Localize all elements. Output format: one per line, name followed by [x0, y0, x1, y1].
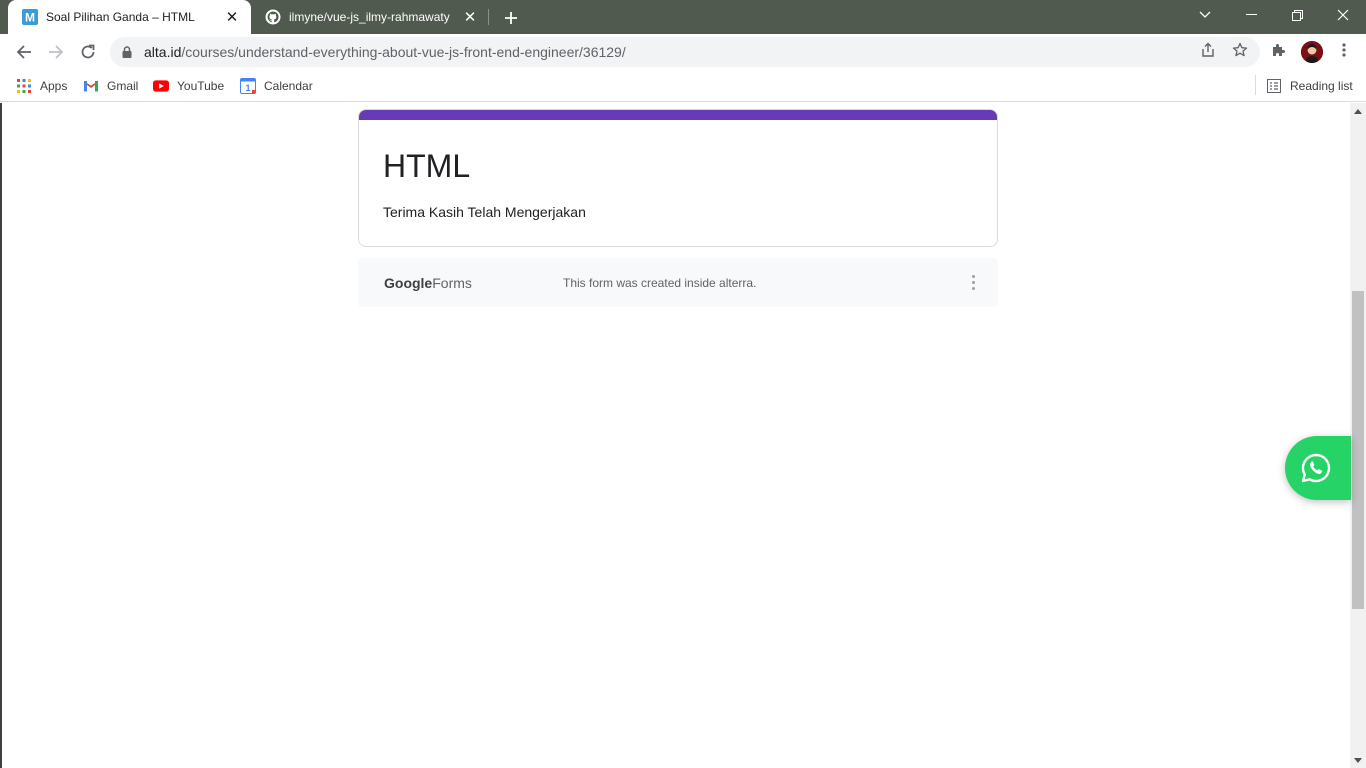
profile-avatar[interactable]	[1301, 41, 1323, 63]
form-header-card: HTML Terima Kasih Telah Mengerjakan	[358, 109, 998, 247]
arrow-right-icon	[49, 45, 64, 59]
google-forms-logo[interactable]: GoogleForms	[384, 275, 472, 291]
scrollbar-thumb[interactable]	[1352, 291, 1364, 609]
avatar-image	[1301, 41, 1323, 63]
tab-separator	[488, 9, 489, 25]
close-icon	[1337, 9, 1349, 21]
whatsapp-icon	[1301, 453, 1331, 483]
reading-list-label: Reading list	[1290, 79, 1353, 93]
tab-github-repo[interactable]: ilmyne/vue-js_ilmy-rahmawaty ✕	[251, 0, 489, 34]
bookmark-label: Apps	[40, 79, 68, 93]
bookmarks-bar: Apps Gmail YouTube 1 Calendar Reading li…	[0, 70, 1366, 102]
back-button[interactable]	[10, 38, 38, 66]
plus-icon	[505, 12, 517, 24]
bookmark-star-button[interactable]	[1231, 41, 1249, 59]
lock-icon[interactable]	[122, 46, 136, 58]
bookmark-apps[interactable]: Apps	[16, 75, 67, 97]
reload-button[interactable]	[74, 38, 102, 66]
gmail-icon	[83, 78, 99, 94]
bookmarks-separator	[1255, 75, 1256, 95]
calendar-icon: 1	[240, 78, 256, 94]
chevron-down-icon	[1199, 11, 1211, 18]
minimize-button[interactable]	[1228, 0, 1274, 30]
form-title: HTML	[383, 148, 471, 184]
tab-search-button[interactable]	[1182, 0, 1228, 30]
apps-grid-icon	[16, 78, 32, 94]
arrow-left-icon	[16, 45, 31, 59]
menu-button[interactable]	[1335, 41, 1353, 59]
bookmark-label: Gmail	[107, 79, 139, 93]
tab-soal-pilihan-ganda[interactable]: M Soal Pilihan Ganda – HTML ✕	[8, 0, 251, 34]
form-accent-bar	[359, 110, 997, 120]
dot-icon	[971, 280, 975, 284]
svg-text:1: 1	[245, 83, 250, 93]
puzzle-icon	[1273, 44, 1285, 56]
share-button[interactable]	[1199, 41, 1217, 59]
share-icon	[1202, 42, 1214, 57]
restore-button[interactable]	[1274, 0, 1320, 30]
alta-favicon-icon: M	[22, 9, 38, 25]
url-path: /courses/understand-everything-about-vue…	[181, 44, 626, 60]
extensions-button[interactable]	[1270, 41, 1288, 59]
dot-icon	[971, 274, 975, 278]
bookmark-calendar[interactable]: 1 Calendar	[240, 75, 313, 97]
page-content: HTML Terima Kasih Telah Mengerjakan Goog…	[0, 103, 1350, 768]
bookmark-youtube[interactable]: YouTube	[153, 75, 224, 97]
github-icon	[265, 9, 281, 25]
address-bar[interactable]: alta.id/courses/understand-everything-ab…	[110, 37, 1260, 67]
reload-icon	[81, 44, 95, 59]
tab-title: ilmyne/vue-js_ilmy-rahmawaty	[289, 10, 450, 24]
confirmation-message: Terima Kasih Telah Mengerjakan	[383, 204, 586, 220]
close-icon[interactable]: ✕	[223, 8, 241, 26]
youtube-icon	[153, 78, 169, 94]
close-icon[interactable]: ✕	[461, 8, 479, 26]
restore-icon	[1291, 9, 1303, 21]
whatsapp-chat-button[interactable]	[1285, 436, 1351, 500]
page-scrollbar[interactable]	[1350, 103, 1366, 768]
minimize-icon	[1245, 14, 1257, 15]
browser-titlebar: M Soal Pilihan Ganda – HTML ✕ ilmyne/vue…	[0, 0, 1366, 34]
new-tab-button[interactable]	[500, 7, 522, 29]
forms-wordmark: Forms	[432, 275, 472, 291]
bookmark-label: Calendar	[264, 79, 313, 93]
created-inside-text: This form was created inside alterra.	[563, 276, 757, 290]
url-text[interactable]: alta.id/courses/understand-everything-ab…	[144, 44, 626, 60]
bookmark-gmail[interactable]: Gmail	[83, 75, 138, 97]
svg-text:M: M	[25, 11, 35, 25]
forward-button[interactable]	[42, 38, 70, 66]
reading-list-icon	[1266, 78, 1282, 94]
star-icon	[1232, 42, 1248, 57]
tab-title: Soal Pilihan Ganda – HTML	[46, 10, 195, 24]
bookmark-label: YouTube	[177, 79, 225, 93]
url-domain: alta.id	[144, 44, 182, 60]
scroll-up-arrow-icon[interactable]	[1353, 106, 1363, 116]
kebab-menu-icon	[1342, 43, 1346, 57]
dot-icon	[971, 286, 975, 290]
google-wordmark: Google	[384, 275, 433, 291]
window-close-button[interactable]	[1320, 0, 1366, 30]
footer-more-button[interactable]	[964, 272, 982, 292]
browser-toolbar: alta.id/courses/understand-everything-ab…	[0, 34, 1366, 70]
scroll-down-arrow-icon[interactable]	[1353, 755, 1363, 765]
forms-footer: GoogleForms This form was created inside…	[358, 258, 998, 307]
reading-list-button[interactable]: Reading list	[1266, 75, 1353, 97]
